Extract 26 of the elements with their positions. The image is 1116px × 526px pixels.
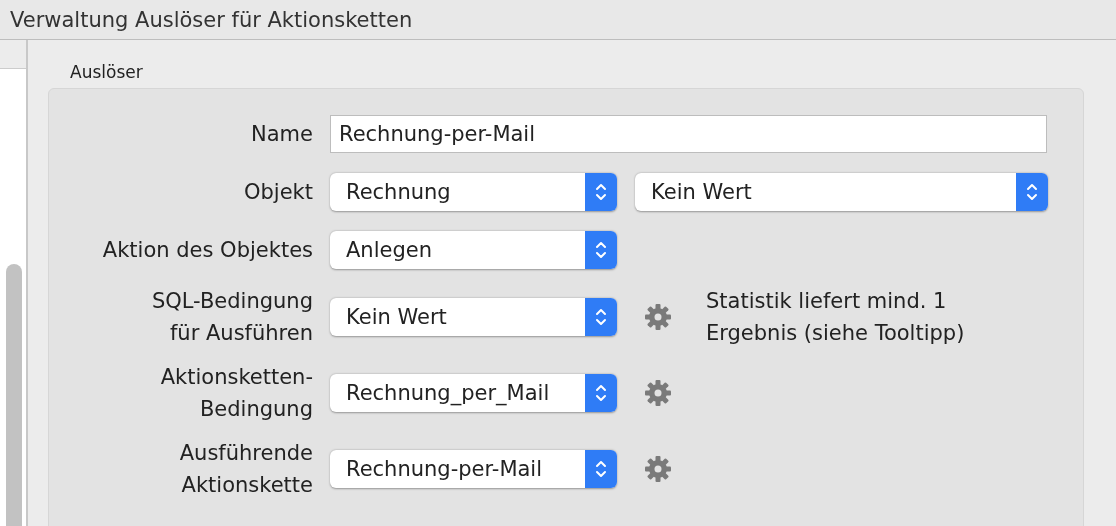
section-title: Auslöser <box>70 62 144 84</box>
field-label: Name <box>250 121 313 148</box>
field-label: Objekt <box>243 179 313 206</box>
field-label: SQL-Bedingung für Ausführen <box>150 288 313 347</box>
settings-icon[interactable] <box>644 379 672 407</box>
popup-button[interactable]: Kein Wert <box>635 173 1048 211</box>
popup-button[interactable]: Rechnung <box>330 173 617 211</box>
field-label: Aktionsketten- Bedingung <box>159 364 313 423</box>
stepper-arrows-icon <box>585 298 617 336</box>
popup-button[interactable]: Anlegen <box>330 231 617 269</box>
name-field[interactable]: Rechnung-per-Mail <box>330 115 1047 153</box>
field-label: Ausführende Aktionskette <box>178 440 313 499</box>
stepper-arrows-icon <box>585 374 617 412</box>
settings-icon[interactable] <box>644 455 672 483</box>
settings-icon[interactable] <box>644 303 672 331</box>
hint-text: Statistik liefert mind. 1 Ergebnis (siehe Tooltipp) <box>706 288 966 347</box>
popup-button[interactable]: Rechnung-per-Mail <box>330 450 617 488</box>
window-title: Verwaltung Auslöser für Aktionsketten <box>10 7 413 32</box>
stepper-arrows-icon <box>585 231 617 269</box>
stepper-arrows-icon <box>1016 173 1048 211</box>
popup-button[interactable]: Kein Wert <box>330 298 617 336</box>
field-label: Aktion des Objektes <box>101 237 313 264</box>
scrollbar[interactable] <box>6 264 22 526</box>
stepper-arrows-icon <box>585 173 617 211</box>
popup-button[interactable]: Rechnung_per_Mail <box>330 374 617 412</box>
stepper-arrows-icon <box>585 450 617 488</box>
